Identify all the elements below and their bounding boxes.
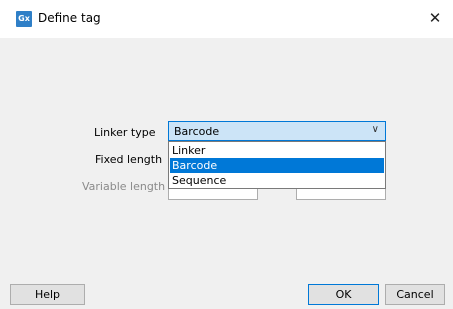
linker-type-select[interactable]: Barcode ∨ — [168, 121, 386, 141]
help-button[interactable]: Help — [10, 284, 85, 305]
chevron-down-icon: ∨ — [371, 124, 379, 135]
title-bar: Gx Define tag ✕ — [0, 0, 453, 38]
option-barcode[interactable]: Barcode — [170, 158, 384, 173]
window-title: Define tag — [38, 11, 101, 25]
fixed-length-label: Fixed length — [95, 153, 163, 166]
variable-length-label: Variable length — [82, 180, 166, 193]
cancel-button[interactable]: Cancel — [385, 284, 445, 305]
ok-button[interactable]: OK — [308, 284, 379, 305]
linker-type-dropdown-list: Linker Barcode Sequence — [168, 141, 386, 189]
option-linker[interactable]: Linker — [170, 143, 384, 158]
close-icon[interactable]: ✕ — [423, 6, 447, 30]
option-sequence[interactable]: Sequence — [170, 173, 384, 188]
app-icon: Gx — [16, 11, 32, 27]
linker-type-value: Barcode — [174, 125, 220, 138]
linker-type-label: Linker type — [94, 126, 156, 139]
